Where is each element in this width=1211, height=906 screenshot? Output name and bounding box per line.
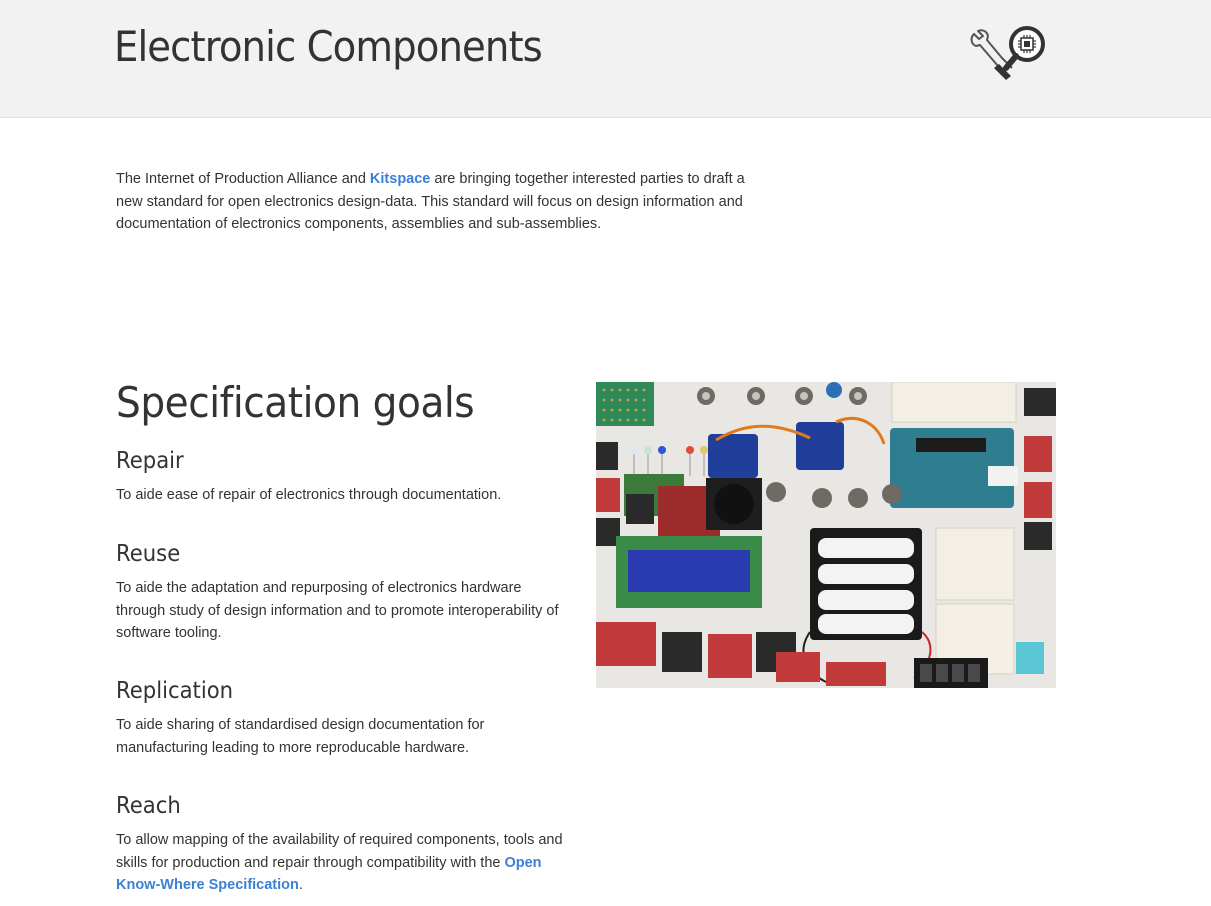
intro-text-before: The Internet of Production Alliance and xyxy=(116,171,370,187)
goal-text: To aide sharing of standardised design d… xyxy=(116,717,485,756)
goal-text: To aide ease of repair of electronics th… xyxy=(116,487,502,503)
reach-text-after: . xyxy=(298,877,303,894)
electronics-components-photo xyxy=(596,382,1056,688)
kitspace-link[interactable]: Kitspace xyxy=(370,171,430,187)
goal-repair: Repair To aide ease of repair of electro… xyxy=(116,446,572,507)
intro-paragraph: The Internet of Production Alliance and … xyxy=(116,168,746,236)
goal-text: To allow mapping of the availability of … xyxy=(116,829,572,897)
goal-replication: Replication To aide sharing of standardi… xyxy=(116,676,572,759)
goal-heading: Reach xyxy=(116,793,181,819)
page-header: Electronic Components xyxy=(0,0,1211,118)
goal-reuse: Reuse To aide the adaptation and repurpo… xyxy=(116,539,572,645)
reach-text-before: To allow mapping of the availability of … xyxy=(116,832,563,871)
wrench-chip-magnifier-icon xyxy=(970,26,1045,80)
goal-reach: Reach To allow mapping of the availabili… xyxy=(116,791,572,897)
goal-text: To aide the adaptation and repurposing o… xyxy=(116,580,559,642)
specification-goals-title: Specification goals xyxy=(116,378,475,427)
goal-heading: Reuse xyxy=(116,541,181,567)
page-title: Electronic Components xyxy=(114,22,543,71)
goal-heading: Replication xyxy=(116,678,234,704)
goal-heading: Repair xyxy=(116,448,184,474)
